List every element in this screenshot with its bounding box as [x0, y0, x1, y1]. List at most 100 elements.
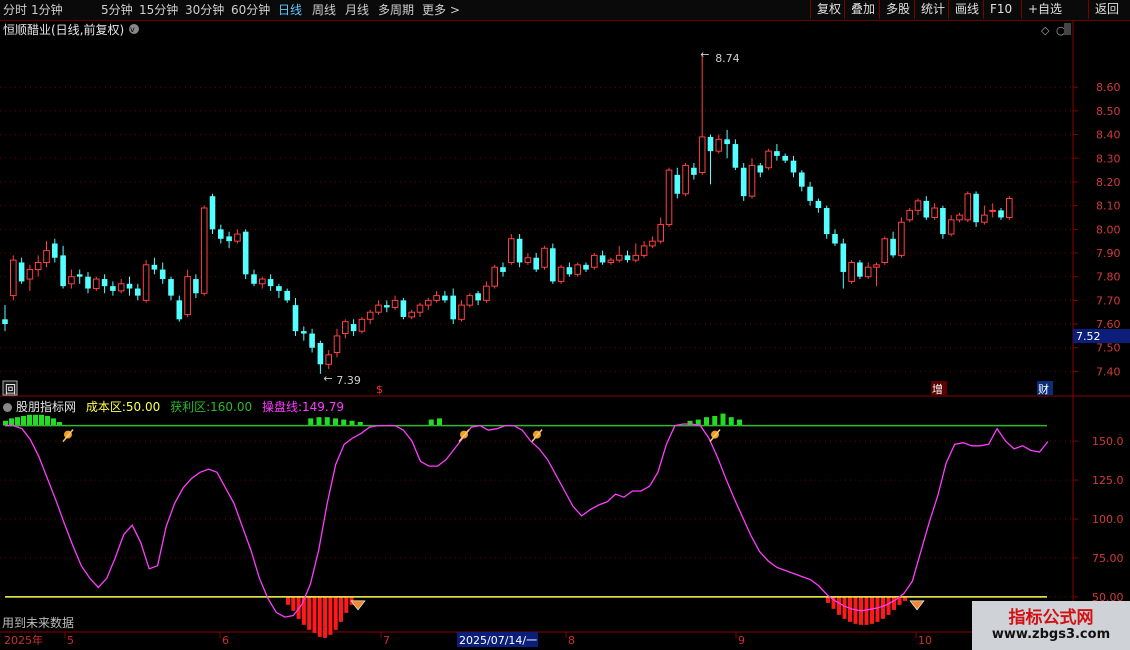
month-label: 10	[918, 634, 932, 647]
back-marker[interactable]: 回	[5, 383, 16, 396]
cost-zone-bar	[892, 596, 896, 610]
cost-zone-bar	[875, 596, 880, 622]
period-tab-30min[interactable]: 30分钟	[185, 2, 224, 18]
stock-chart[interactable]: 8.60 8.50 8.40 8.30 8.20 8.10 8.00 7.90 7.80 7.70…	[0, 20, 1130, 650]
cost-zone-bar	[837, 596, 841, 615]
profit-zone-bar	[712, 415, 718, 426]
profit-label: 获利区:	[170, 400, 211, 414]
candle-body-down	[251, 274, 257, 284]
candle-body-down	[674, 174, 681, 194]
candle-body-up	[914, 200, 922, 211]
sell-signal-icon	[350, 600, 366, 611]
stock-title[interactable]: 恒顺醋业(日线,前复权)	[3, 21, 124, 38]
diamond-icon[interactable]: ◇	[1041, 24, 1050, 37]
profit-zone-bar	[27, 414, 32, 426]
profit-zone-bar	[39, 414, 44, 426]
price-tick-label: 8.40	[1096, 129, 1121, 142]
scroll-handle[interactable]	[1064, 23, 1071, 35]
candle-body-down	[566, 267, 573, 275]
candle-body-up	[34, 261, 42, 271]
period-tab-60min[interactable]: 60分钟	[231, 2, 270, 18]
candle-body-down	[159, 269, 166, 280]
candle-body-up	[765, 150, 772, 169]
watermark-url: www.zbgs3.com	[991, 627, 1111, 642]
candle-body-down	[732, 144, 739, 168]
period-tab-1min[interactable]: 1分钟	[31, 2, 63, 18]
title-dropdown-chevron: v	[130, 25, 135, 34]
period-tab-multi[interactable]: 多周期	[378, 2, 414, 18]
cost-value: 50.00	[125, 400, 161, 414]
price-tick-label: 7.40	[1096, 365, 1121, 378]
candle-body-up	[458, 304, 465, 320]
indicator-dropdown-icon[interactable]	[3, 403, 12, 412]
candle-body-down	[301, 331, 307, 334]
candle-body-up	[234, 233, 241, 242]
back-button[interactable]: 返回	[1088, 0, 1125, 19]
period-tab-more[interactable]: 更多 >	[422, 2, 460, 18]
candle-body-down	[384, 305, 390, 308]
price-tick-label: 7.80	[1096, 271, 1121, 284]
multi-stock-button[interactable]: 多股	[879, 0, 916, 19]
increase-marker[interactable]: 增	[932, 382, 943, 396]
profit-zone-bar	[33, 414, 38, 426]
candle-body-down	[52, 243, 58, 258]
price-tick-label: 8.00	[1096, 223, 1121, 236]
cost-zone-bar	[323, 596, 328, 638]
candle-body-up	[591, 254, 598, 268]
candle-body-up	[391, 299, 399, 308]
candle-body-down	[442, 295, 448, 301]
sell-signal-icon	[909, 600, 925, 611]
candle-body-up	[956, 214, 963, 221]
period-tab-5min-label[interactable]: 5分钟	[101, 2, 133, 18]
candle-body-up	[632, 254, 640, 261]
candle-body-up	[68, 276, 75, 285]
add-watchlist-button[interactable]: +自选	[1021, 0, 1068, 19]
candle-body-up	[358, 318, 366, 332]
cost-zone-bar	[826, 596, 830, 603]
draw-line-button[interactable]: 画线	[948, 0, 985, 19]
candle-body-down	[707, 136, 714, 152]
high-price-label: 8.74	[715, 52, 740, 65]
profit-zone-bar	[437, 418, 442, 426]
cost-zone-bar	[881, 596, 885, 619]
cost-zone-bar	[344, 596, 349, 613]
candle-body-down	[740, 167, 747, 197]
overlay-button[interactable]: 叠加	[844, 0, 881, 19]
candle-body-down	[475, 293, 481, 301]
year-label: 2025年	[4, 633, 43, 647]
indicator-tick-label: 100.0	[1092, 513, 1124, 526]
candle-body-down	[76, 274, 83, 277]
signal-icons	[62, 429, 925, 611]
dividend-marker[interactable]: $	[376, 383, 383, 396]
candle-body-up	[483, 285, 490, 301]
candle-body-down	[807, 186, 813, 201]
finance-marker[interactable]: 财	[1038, 382, 1049, 396]
month-label: 5	[67, 634, 74, 647]
month-label: 9	[738, 634, 745, 647]
price-tick-label: 8.20	[1096, 176, 1121, 189]
price-tick-label: 7.90	[1096, 247, 1121, 260]
candle-body-up	[607, 259, 615, 263]
period-tab-monthly[interactable]: 月线	[345, 2, 369, 18]
candle-body-up	[26, 269, 34, 280]
candle-body-up	[524, 257, 532, 263]
candle-body-down	[176, 300, 183, 320]
period-tab-15min[interactable]: 15分钟	[139, 2, 178, 18]
f10-button[interactable]: F10	[983, 0, 1018, 19]
candle-body-down	[533, 257, 539, 270]
indicator-name[interactable]: 股朋指标网	[16, 400, 76, 414]
candle-body-up	[989, 209, 997, 212]
candle-body-up	[881, 238, 889, 263]
period-tab-weekly[interactable]: 周线	[312, 2, 336, 18]
statistics-button[interactable]: 统计	[914, 0, 951, 19]
candle-body-down	[500, 267, 506, 272]
period-tab-minute[interactable]: 分时	[3, 2, 27, 18]
candle-body-down	[998, 210, 1004, 218]
profit-zone-bar	[720, 413, 726, 426]
candle-body-up	[541, 247, 548, 268]
price-tick-label: 8.60	[1096, 81, 1121, 94]
indicator-tick-label: 125.0	[1092, 474, 1124, 487]
restore-rights-button[interactable]: 复权	[810, 0, 847, 19]
future-data-note: 用到未来数据	[2, 616, 75, 630]
period-tab-daily[interactable]: 日线	[278, 2, 302, 18]
